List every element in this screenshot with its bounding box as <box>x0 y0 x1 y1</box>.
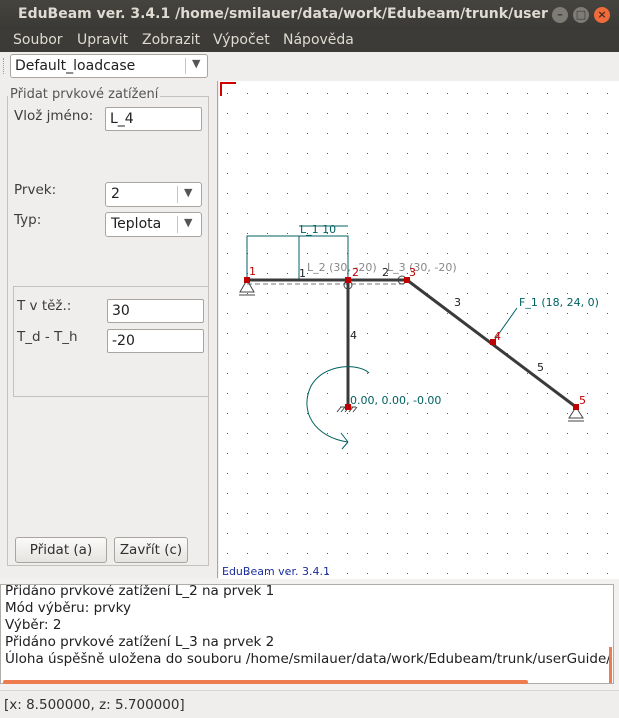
close-icon[interactable]: × <box>594 7 610 23</box>
node-fixed[interactable] <box>345 404 351 410</box>
log-line: Mód výběru: prvky <box>5 600 132 616</box>
toolbar-grip[interactable] <box>3 58 6 74</box>
type-select[interactable]: Teplota ▼ <box>105 212 202 237</box>
chevron-down-icon[interactable]: ▼ <box>184 186 192 199</box>
vertical-scrollbar[interactable] <box>609 647 612 683</box>
canvas-svg[interactable]: L_1 10 1 2 3 4 5 L_2 (30, -20) L_3 (30, … <box>219 81 619 579</box>
minimize-icon[interactable]: – <box>552 7 568 23</box>
node-number-2: 2 <box>352 266 359 279</box>
moment-label: 0.00, 0.00, -0.00 <box>350 394 441 407</box>
window-title: EduBeam ver. 3.4.1 /home/smilauer/data/w… <box>18 6 548 22</box>
menu-upravit[interactable]: Upravit <box>77 32 128 48</box>
element-select[interactable]: 2 ▼ <box>105 182 202 207</box>
maximize-icon[interactable]: □ <box>573 7 589 23</box>
log-line: Přidáno prvkové zatížení L_3 na prvek 2 <box>5 634 275 650</box>
version-watermark: EduBeam ver. 3.4.1 <box>222 565 330 578</box>
message-log[interactable]: Přidáno prvkové zatížení L_2 na prvek 1 … <box>0 584 614 684</box>
element-value: 2 <box>111 186 120 202</box>
tc-input[interactable]: 30 <box>107 299 204 323</box>
element-number-3: 3 <box>454 296 461 309</box>
add-button[interactable]: Přidat (a) <box>15 537 107 563</box>
load-f1-label: F_1 (18, 24, 0) <box>519 296 599 309</box>
log-line: Úloha úspěšně uložena do souboru /home/s… <box>5 651 611 667</box>
status-bar: [x: 8.500000, z: 5.700000] <box>0 690 619 718</box>
element-number-4: 4 <box>350 329 357 342</box>
td-label: T_d - T_h <box>17 329 78 345</box>
element-number-5: 5 <box>537 361 544 374</box>
tc-label: T v těž.: <box>17 298 72 314</box>
title-bar: EduBeam ver. 3.4.1 /home/smilauer/data/w… <box>0 0 619 30</box>
log-line: Přidáno prvkové zatížení L_2 na prvek 1 <box>5 584 275 599</box>
type-value: Teplota <box>111 216 162 232</box>
combo-separator <box>185 58 186 74</box>
element-number-1: 1 <box>299 267 306 280</box>
menu-vypocet[interactable]: Výpočet <box>213 32 270 48</box>
load-l1-label: L_1 10 <box>300 223 336 236</box>
menu-napoveda[interactable]: Nápověda <box>283 32 354 48</box>
panel-title: Přidat prvkové zatížení <box>8 87 161 102</box>
node-2[interactable] <box>345 277 351 283</box>
loadcase-value: Default_loadcase <box>15 58 136 74</box>
close-button[interactable]: Zavřít (c) <box>114 537 188 563</box>
loadcase-select[interactable]: Default_loadcase ▼ <box>10 54 208 78</box>
drawing-canvas[interactable]: L_1 10 1 2 3 4 5 L_2 (30, -20) L_3 (30, … <box>219 81 619 579</box>
node-number-1: 1 <box>249 265 256 278</box>
menu-soubor[interactable]: Soubor <box>13 32 63 48</box>
chevron-down-icon[interactable]: ▼ <box>192 57 200 70</box>
name-input[interactable]: L_4 <box>105 107 202 131</box>
node-number-5: 5 <box>579 394 586 407</box>
chevron-down-icon[interactable]: ▼ <box>184 216 192 229</box>
element-label: Prvek: <box>14 182 57 198</box>
grid-dots <box>219 81 619 579</box>
horizontal-scrollbar[interactable] <box>3 680 528 684</box>
name-label: Vlož jméno: <box>14 108 94 124</box>
select-separator <box>177 186 178 203</box>
node-number-3: 3 <box>409 266 416 279</box>
node-number-4: 4 <box>494 330 501 343</box>
td-input[interactable]: -20 <box>107 329 204 353</box>
select-separator <box>177 216 178 233</box>
log-line: Výběr: 2 <box>5 617 62 633</box>
load-l3-label: L_3 (30, -20) <box>387 261 457 274</box>
menu-bar: Soubor Upravit Zobrazit Výpočet Nápověda <box>0 30 619 52</box>
load-l2-label: L_2 (30, -20) <box>307 261 377 274</box>
type-label: Typ: <box>14 212 42 228</box>
menu-zobrazit[interactable]: Zobrazit <box>142 32 200 48</box>
cursor-coordinates: [x: 8.500000, z: 5.700000] <box>4 697 185 713</box>
